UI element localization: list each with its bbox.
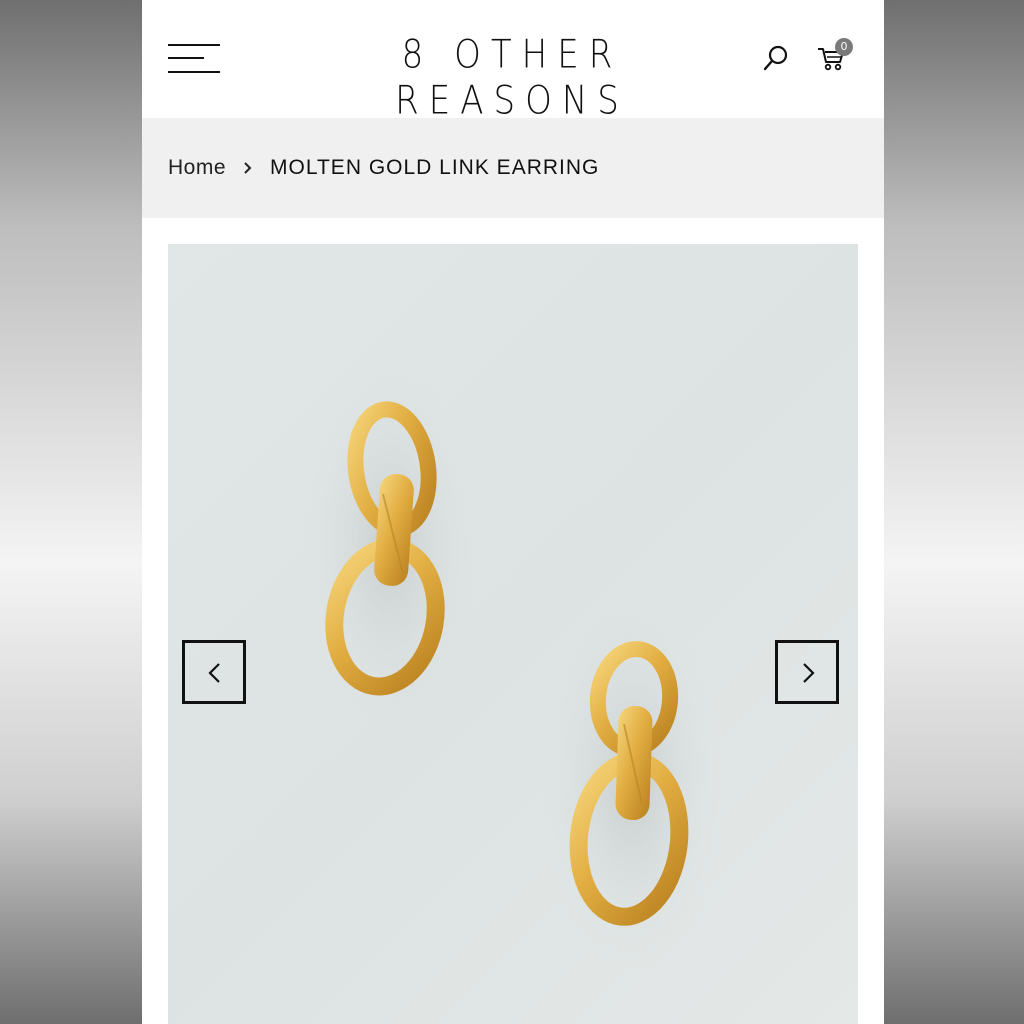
product-image: [300, 354, 728, 979]
site-header: 8 OTHER REASONS 0: [142, 0, 884, 124]
hamburger-menu-icon[interactable]: [168, 44, 222, 76]
chevron-right-icon: [242, 158, 254, 178]
gallery-next-button[interactable]: [775, 640, 839, 704]
background-right: [884, 0, 1024, 1024]
gallery-prev-button[interactable]: [182, 640, 246, 704]
earring-right: [538, 589, 728, 979]
breadcrumb-home-link[interactable]: Home: [168, 156, 226, 180]
breadcrumb-current-page: MOLTEN GOLD LINK EARRING: [270, 156, 600, 179]
chevron-right-icon: [803, 663, 815, 683]
cart-count-badge: 0: [835, 38, 853, 56]
background-left: [0, 0, 142, 1024]
search-icon[interactable]: [762, 44, 790, 72]
product-image-gallery[interactable]: [168, 244, 858, 1024]
mobile-screen: 8 OTHER REASONS 0 Home MOLTEN GOLD LINK …: [142, 0, 884, 1024]
earring-left: [300, 354, 480, 734]
breadcrumb: Home MOLTEN GOLD LINK EARRING: [142, 118, 884, 218]
brand-logo[interactable]: 8 OTHER REASONS: [322, 32, 702, 124]
chevron-left-icon: [208, 663, 220, 683]
